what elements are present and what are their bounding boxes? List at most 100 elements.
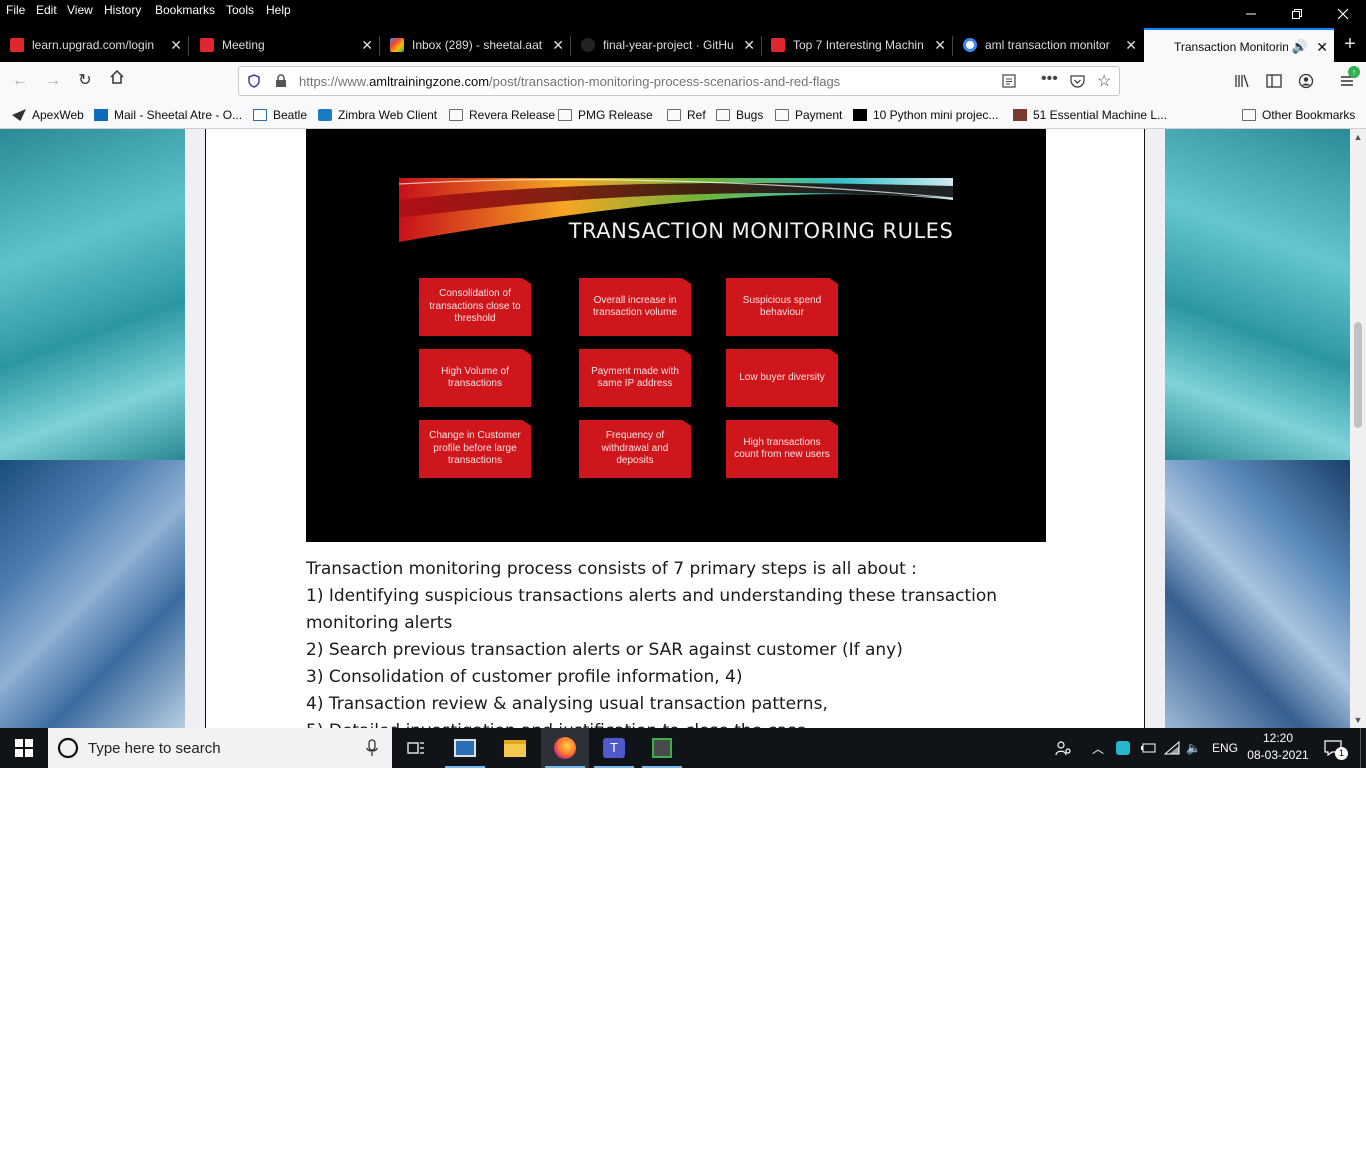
- bookmark-mail[interactable]: Mail - Sheetal Atre - O...: [94, 108, 242, 122]
- background-building-image: [1165, 460, 1350, 728]
- bookmark-apexweb[interactable]: ApexWeb: [12, 108, 84, 122]
- update-badge-icon: ↑: [1348, 66, 1360, 78]
- arrow-left-icon: ←: [12, 72, 28, 89]
- tab-gmail[interactable]: Inbox (289) - sheetal.aatr ✕: [380, 30, 570, 60]
- chevron-up-icon: ︿: [1092, 741, 1105, 756]
- taskbar-clock[interactable]: 12:20 08-03-2021: [1240, 730, 1316, 764]
- audio-icon[interactable]: 🔊: [1292, 39, 1308, 55]
- bookmark-label: Bugs: [736, 108, 764, 122]
- clock-time: 12:20: [1262, 731, 1294, 745]
- action-center-button[interactable]: 1: [1324, 728, 1348, 768]
- scroll-up-icon[interactable]: ▲: [1350, 129, 1366, 145]
- reload-button[interactable]: ↻: [73, 69, 97, 93]
- url-prefix: https://www.: [299, 74, 370, 89]
- folder-icon: [504, 739, 526, 757]
- taskbar-vpn-app[interactable]: [638, 728, 686, 768]
- bookmark-python-projects[interactable]: 10 Python mini projec...: [853, 108, 998, 122]
- tab-github[interactable]: final-year-project · GitHub ✕: [571, 30, 761, 60]
- cortana-icon: [57, 737, 79, 759]
- gmail-icon: [390, 38, 404, 52]
- people-icon[interactable]: [1054, 728, 1072, 768]
- home-button[interactable]: [105, 69, 129, 93]
- url-host: amltrainingzone.com: [369, 74, 490, 89]
- forward-button[interactable]: →: [41, 69, 65, 93]
- bookmark-label: ApexWeb: [32, 108, 84, 122]
- menu-file[interactable]: File: [6, 3, 25, 17]
- bookmark-label: Other Bookmarks: [1262, 108, 1356, 122]
- bookmark-machine-learning[interactable]: 51 Essential Machine L...: [1013, 108, 1167, 122]
- lock-icon[interactable]: [275, 74, 287, 88]
- tab-top7[interactable]: Top 7 Interesting Machin ✕: [762, 30, 952, 60]
- address-bar[interactable]: https://www.amltrainingzone.com/post/tra…: [238, 66, 1120, 96]
- battery-icon[interactable]: [1140, 728, 1156, 768]
- scroll-thumb[interactable]: [1354, 322, 1362, 428]
- page-scrollbar[interactable]: ▲ ▼: [1350, 129, 1366, 728]
- article-line: 2) Search previous transaction alerts or…: [306, 640, 903, 660]
- close-tab-icon[interactable]: ✕: [361, 37, 373, 54]
- show-hidden-icons[interactable]: ︿: [1092, 728, 1104, 768]
- menu-help[interactable]: Help: [266, 3, 291, 17]
- windows-taskbar: Type here to search T ︿ 🔈 ENG 12:20 08-0…: [0, 728, 1366, 768]
- menu-view[interactable]: View: [67, 3, 93, 17]
- bookmark-ref[interactable]: Ref: [667, 108, 706, 122]
- tab-meeting[interactable]: Meeting ✕: [189, 30, 379, 60]
- taskbar-firefox[interactable]: [541, 728, 589, 768]
- folder-icon: [775, 109, 789, 121]
- tab-upgrad[interactable]: learn.upgrad.com/login ✕: [0, 30, 188, 60]
- tab-google-search[interactable]: aml transaction monitor ✕: [953, 30, 1143, 60]
- other-bookmarks[interactable]: Other Bookmarks: [1242, 108, 1355, 122]
- account-icon[interactable]: [1298, 73, 1314, 89]
- language-indicator[interactable]: ENG: [1212, 728, 1238, 768]
- close-tab-icon[interactable]: ✕: [1125, 37, 1137, 54]
- bookmark-bugs[interactable]: Bugs: [716, 108, 763, 122]
- url-text[interactable]: https://www.amltrainingzone.com/post/tra…: [299, 74, 840, 89]
- scroll-down-icon[interactable]: ▼: [1350, 712, 1366, 728]
- bookmark-pmg-release[interactable]: PMG Release: [558, 108, 653, 122]
- folder-icon: [716, 109, 730, 121]
- taskbar-search-box[interactable]: Type here to search: [48, 728, 392, 768]
- microphone-icon[interactable]: [366, 739, 378, 757]
- wifi-icon[interactable]: [1164, 728, 1180, 768]
- bookmark-beatle[interactable]: Beatle: [253, 108, 307, 122]
- rule-card: Change in Customer profile before large …: [419, 420, 531, 478]
- page-actions-icon[interactable]: •••: [1041, 70, 1058, 88]
- show-desktop-button[interactable]: [1360, 728, 1366, 768]
- shield-icon[interactable]: [247, 74, 261, 88]
- bookmark-label: Revera Release: [469, 108, 556, 122]
- bookmark-zimbra[interactable]: Zimbra Web Client: [318, 108, 437, 122]
- close-tab-icon[interactable]: ✕: [934, 37, 946, 54]
- tab-transaction-monitoring[interactable]: Transaction Monitoring 🔊 ✕: [1144, 28, 1334, 64]
- taskbar-file-explorer[interactable]: [491, 728, 539, 768]
- pocket-icon[interactable]: [1070, 74, 1085, 88]
- close-tab-icon[interactable]: ✕: [170, 37, 182, 54]
- bookmark-star-icon[interactable]: ☆: [1097, 71, 1111, 91]
- bookmark-revera-release[interactable]: Revera Release: [449, 108, 555, 122]
- meeting-icon: [200, 38, 214, 52]
- taskbar-app-explorer-tool[interactable]: [441, 728, 489, 768]
- menu-history[interactable]: History: [104, 3, 141, 17]
- volume-icon[interactable]: 🔈: [1186, 728, 1201, 768]
- menu-edit[interactable]: Edit: [36, 3, 57, 17]
- bookmark-label: Mail - Sheetal Atre - O...: [114, 108, 243, 122]
- close-tab-icon[interactable]: ✕: [552, 37, 564, 54]
- bookmark-payment[interactable]: Payment: [775, 108, 842, 122]
- back-button[interactable]: ←: [8, 69, 32, 93]
- folder-icon: [449, 109, 463, 121]
- beatle-icon: [253, 109, 267, 121]
- menu-bookmarks[interactable]: Bookmarks: [155, 3, 215, 17]
- menu-tools[interactable]: Tools: [226, 3, 254, 17]
- new-tab-button[interactable]: +: [1336, 30, 1364, 60]
- task-view-button[interactable]: [392, 728, 440, 768]
- sidebar-icon[interactable]: [1266, 73, 1282, 89]
- tab-title: Transaction Monitoring: [1174, 40, 1288, 54]
- rule-card: Low buyer diversity: [726, 349, 838, 407]
- taskbar-teams[interactable]: T: [590, 728, 638, 768]
- folder-icon: [1242, 109, 1256, 121]
- bookmark-label: 10 Python mini projec...: [873, 108, 999, 122]
- reader-view-icon[interactable]: [1002, 74, 1016, 88]
- close-tab-icon[interactable]: ✕: [1316, 39, 1328, 56]
- library-icon[interactable]: [1234, 73, 1250, 89]
- start-button[interactable]: [0, 728, 48, 768]
- tray-eye-icon[interactable]: [1116, 728, 1130, 768]
- close-tab-icon[interactable]: ✕: [743, 37, 755, 54]
